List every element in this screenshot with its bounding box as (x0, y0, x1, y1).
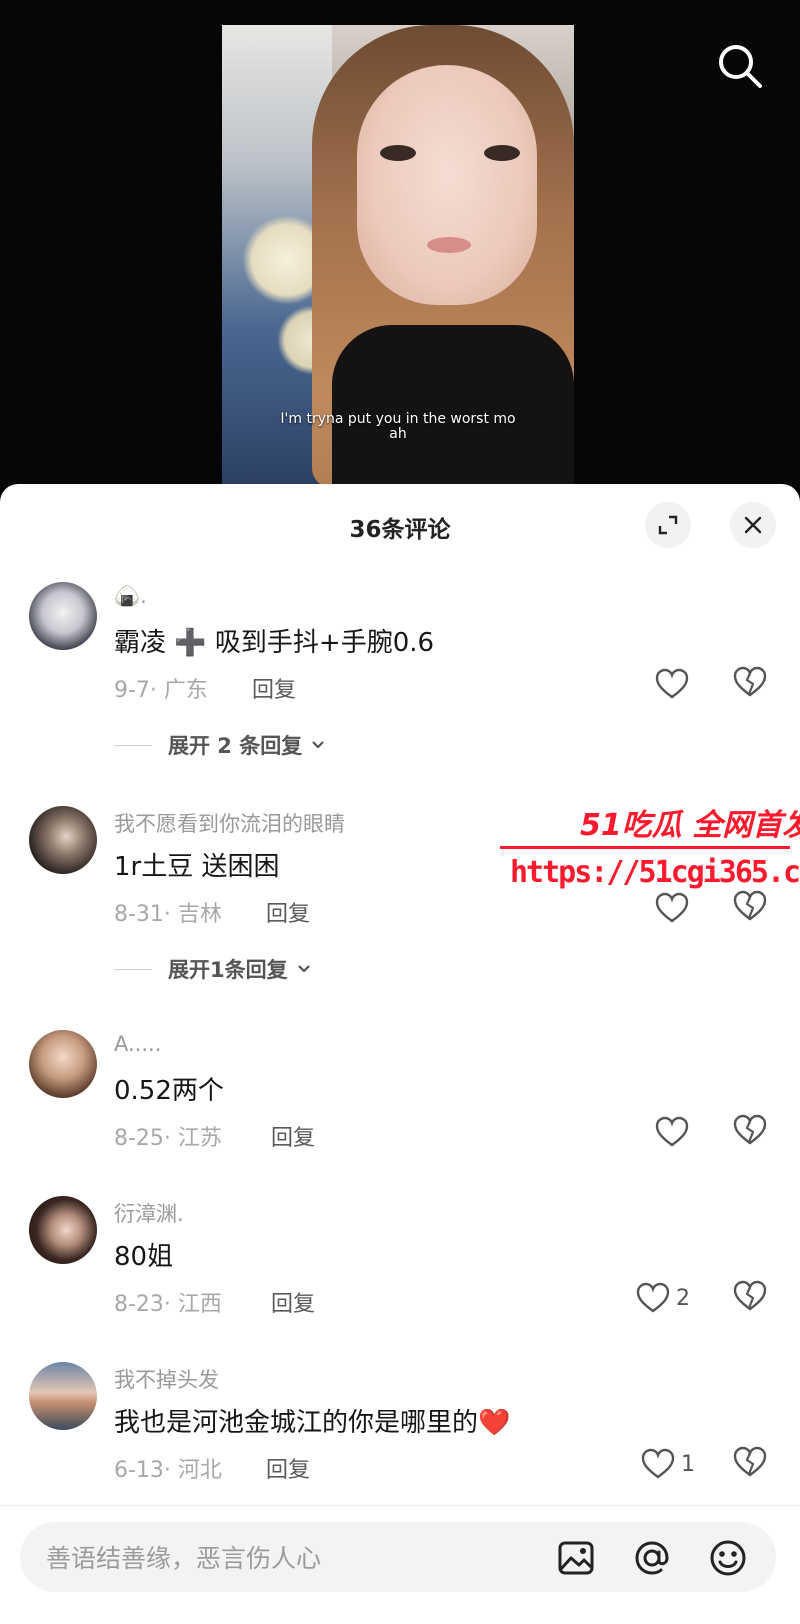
image-button[interactable] (556, 1538, 596, 1578)
comment-date-location: 8-25· 江苏 (114, 1126, 222, 1151)
chevron-down-icon (312, 741, 325, 749)
mention-button[interactable] (632, 1538, 672, 1578)
watermark-divider (500, 846, 790, 849)
comment-text: 1r土豆 送困困 (114, 852, 280, 882)
like-button[interactable] (655, 1114, 689, 1150)
video-person-eye (484, 145, 520, 161)
comment-input-container (20, 1522, 776, 1594)
at-icon (635, 1541, 669, 1575)
heart-icon (655, 1116, 689, 1147)
chevron-down-icon (297, 965, 310, 973)
comment-username[interactable]: 🍙. (114, 584, 147, 609)
heart-icon (636, 1282, 670, 1313)
heart-icon (641, 1448, 675, 1479)
site-watermark: 51吃瓜 全网首发 https://51cgi365.com (498, 800, 800, 900)
like-count: 1 (681, 1451, 695, 1477)
search-button[interactable] (714, 40, 766, 92)
comment-username[interactable]: 衍漳渊. (114, 1198, 184, 1228)
avatar[interactable] (29, 1196, 97, 1264)
comment-text: 80姐 (114, 1242, 174, 1272)
video-person-face (357, 65, 537, 305)
like-count: 2 (676, 1285, 690, 1311)
comment-date-location: 8-23· 江西 (114, 1292, 222, 1317)
comment-username[interactable]: 我不愿看到你流泪的眼睛 (114, 808, 345, 838)
reply-button[interactable]: 回复 (266, 896, 310, 928)
comment-date-location: 8-31· 吉林 (114, 902, 222, 927)
divider (114, 744, 152, 746)
comment-input-bar (0, 1505, 800, 1624)
video-frame[interactable]: I'm tryna put you in the worst mo ah (222, 25, 574, 488)
expand-replies-button[interactable]: 展开 2 条回复 (114, 730, 328, 760)
video-person-eye (380, 145, 416, 161)
dislike-button[interactable] (733, 666, 769, 702)
avatar[interactable] (29, 1030, 97, 1098)
video-player-area[interactable]: I'm tryna put you in the worst mo ah (0, 0, 800, 488)
search-icon (719, 45, 762, 88)
comment-text: 我也是河池金城江的你是哪里的❤️ (114, 1408, 511, 1438)
expand-replies-button[interactable]: 展开1条回复 (114, 954, 314, 984)
expand-replies-label: 展开1条回复 (168, 958, 288, 982)
broken-heart-icon (733, 1280, 767, 1311)
avatar[interactable] (29, 582, 97, 650)
image-icon (558, 1541, 594, 1575)
dislike-button[interactable] (733, 1114, 769, 1150)
dislike-button[interactable] (733, 1446, 769, 1482)
watermark-title: 51吃瓜 全网首发 (580, 808, 800, 843)
video-person-lips (427, 237, 471, 253)
divider (114, 968, 152, 970)
comment-username[interactable]: A..... (114, 1032, 161, 1056)
close-icon (744, 516, 762, 534)
close-button[interactable] (730, 502, 776, 548)
emoji-icon (710, 1540, 746, 1576)
dislike-button[interactable] (733, 1280, 769, 1316)
expand-icon (658, 515, 678, 535)
avatar[interactable] (29, 806, 97, 874)
emoji-button[interactable] (708, 1538, 748, 1578)
video-caption: I'm tryna put you in the worst mo ah (280, 411, 516, 442)
broken-heart-icon (733, 1114, 767, 1145)
like-button[interactable]: 1 (641, 1446, 695, 1482)
watermark-url: https://51cgi365.com (510, 855, 800, 890)
comment-text: 0.52两个 (114, 1076, 224, 1106)
broken-heart-icon (733, 1446, 767, 1477)
reply-button[interactable]: 回复 (271, 1120, 315, 1152)
reply-button[interactable]: 回复 (252, 672, 296, 704)
comment-text: 霸凌 ➕ 吸到手抖+手腕0.6 (114, 628, 435, 658)
video-person-shirt (332, 325, 574, 488)
comment-date-location: 9-7· 广东 (114, 678, 208, 703)
broken-heart-icon (733, 666, 767, 697)
comment-username[interactable]: 我不掉头发 (114, 1364, 219, 1394)
expand-replies-label: 展开 2 条回复 (168, 734, 303, 758)
like-button[interactable]: 2 (636, 1280, 690, 1316)
heart-icon (655, 668, 689, 699)
comment-input[interactable] (44, 1522, 518, 1594)
like-button[interactable] (655, 666, 689, 702)
reply-button[interactable]: 回复 (266, 1452, 310, 1484)
comment-date-location: 6-13· 河北 (114, 1458, 222, 1483)
reply-button[interactable]: 回复 (271, 1286, 315, 1318)
expand-button[interactable] (645, 502, 691, 548)
avatar[interactable] (29, 1362, 97, 1430)
